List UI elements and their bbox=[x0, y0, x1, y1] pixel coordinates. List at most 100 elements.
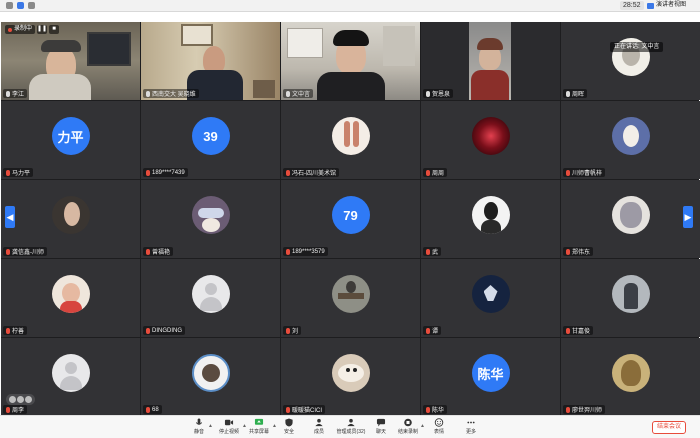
members-button[interactable]: 成员 bbox=[304, 418, 334, 437]
fullscreen-icon[interactable] bbox=[25, 396, 32, 403]
avatar bbox=[471, 275, 510, 313]
mic-muted-icon bbox=[146, 327, 150, 334]
mic-icon bbox=[146, 90, 150, 97]
video-tile[interactable]: 柠善 bbox=[1, 259, 140, 337]
stop-video-button[interactable]: 停止视频 bbox=[214, 418, 244, 437]
participant-nametag: 周周 bbox=[423, 168, 448, 177]
shield-icon[interactable] bbox=[17, 2, 24, 9]
mic-muted-icon bbox=[426, 248, 430, 255]
mic-muted-icon bbox=[566, 327, 570, 334]
video-tile[interactable]: 录制中 ❚❚ ■ 李江 bbox=[1, 22, 140, 100]
video-tile[interactable]: 周晖 bbox=[561, 22, 700, 100]
pause-recording-button[interactable]: ❚❚ bbox=[37, 25, 47, 34]
participant-nametag: 龚信鑫-川师 bbox=[3, 247, 47, 256]
presenter-view-label: 演讲者视图 bbox=[656, 2, 687, 8]
shield-icon bbox=[285, 418, 293, 427]
emoji-button[interactable]: 表情 bbox=[424, 418, 454, 437]
participant-nametag: 189****3579 bbox=[283, 247, 328, 256]
mic-muted-icon bbox=[426, 327, 430, 334]
chevron-right-icon: ▶ bbox=[684, 212, 692, 222]
window-icons bbox=[6, 2, 35, 9]
recording-status[interactable]: 录制中 bbox=[5, 25, 36, 34]
manage-members-button[interactable]: 管理成员(32) bbox=[334, 418, 368, 437]
signal-icon[interactable] bbox=[28, 2, 35, 9]
mic-muted-icon bbox=[6, 169, 10, 176]
participant-nametag: 郑伟东 bbox=[563, 247, 594, 256]
video-tile[interactable]: 暖暖猫CICI bbox=[281, 338, 420, 416]
avatar bbox=[191, 354, 230, 392]
speaker-view-icon[interactable] bbox=[17, 396, 24, 403]
end-meeting-button[interactable]: 结束会议 bbox=[652, 421, 686, 434]
top-status-bar: 28:52 演讲者视图 bbox=[0, 0, 700, 12]
mic-muted-icon bbox=[286, 327, 290, 334]
next-page-button[interactable]: ▶ bbox=[683, 206, 693, 228]
video-tile-active-speaker[interactable]: 文中言 bbox=[281, 22, 420, 100]
avatar bbox=[611, 354, 650, 392]
video-tile[interactable]: 68 bbox=[141, 338, 280, 416]
more-button[interactable]: 更多 bbox=[456, 418, 486, 437]
participant-nametag: 川师曹帆梓 bbox=[563, 168, 606, 177]
participant-nametag: 马力平 bbox=[3, 168, 34, 177]
chat-button[interactable]: 聊天 bbox=[366, 418, 396, 437]
mic-muted-icon bbox=[566, 169, 570, 176]
avatar bbox=[51, 275, 90, 313]
meeting-timer: 28:52 bbox=[620, 1, 644, 10]
participant-nametag: 甘嘉俊 bbox=[563, 326, 594, 335]
video-tile[interactable]: 79 189****3579 bbox=[281, 180, 420, 258]
recording-controls: 录制中 ❚❚ ■ bbox=[5, 25, 60, 34]
mic-icon bbox=[566, 90, 570, 97]
participant-nametag: 谭 bbox=[423, 326, 442, 335]
gallery-view-controls[interactable] bbox=[6, 394, 35, 405]
avatar bbox=[471, 196, 510, 234]
participant-nametag: 西南交大 吴晓维 bbox=[143, 89, 199, 98]
stop-recording-toolbar-button[interactable]: 结束录制 bbox=[393, 418, 423, 437]
video-tile[interactable]: 甘嘉俊 bbox=[561, 259, 700, 337]
video-tile[interactable]: 西南交大 吴晓维 bbox=[141, 22, 280, 100]
avatar bbox=[611, 196, 650, 234]
avatar: 39 bbox=[191, 117, 230, 155]
video-tile[interactable]: 陈华 陈华 bbox=[421, 338, 560, 416]
mic-icon bbox=[286, 90, 290, 97]
mic-muted-icon bbox=[426, 406, 430, 413]
video-tile[interactable]: 39 189****7439 bbox=[141, 101, 280, 179]
chevron-up-icon[interactable]: ▲ bbox=[208, 423, 213, 429]
participant-nametag: 刘 bbox=[283, 326, 302, 335]
grid-view-icon[interactable] bbox=[9, 396, 16, 403]
video-tile[interactable]: 谭 bbox=[421, 259, 560, 337]
video-tile[interactable]: 力平 马力平 bbox=[1, 101, 140, 179]
avatar bbox=[331, 117, 370, 155]
info-icon[interactable] bbox=[6, 2, 13, 9]
mic-muted-icon bbox=[146, 169, 150, 176]
share-screen-icon bbox=[254, 418, 264, 425]
security-button[interactable]: 安全 bbox=[274, 418, 304, 437]
members-icon bbox=[315, 418, 323, 427]
camera-icon bbox=[224, 419, 234, 426]
participant-nametag: 武 bbox=[423, 247, 442, 256]
video-tile[interactable]: 武 bbox=[421, 180, 560, 258]
video-tile[interactable]: 刘 bbox=[281, 259, 420, 337]
mic-muted-icon bbox=[286, 248, 290, 255]
pause-icon: ❚❚ bbox=[37, 26, 48, 32]
avatar bbox=[611, 275, 650, 313]
video-tile[interactable]: 贺恩泉 bbox=[421, 22, 560, 100]
video-tile[interactable]: 周周 bbox=[421, 101, 560, 179]
share-screen-button[interactable]: 共享屏幕 bbox=[244, 418, 274, 437]
video-tile[interactable]: 曾福艳 bbox=[141, 180, 280, 258]
avatar bbox=[611, 117, 650, 155]
video-tile[interactable]: 冯石-四川美术馆 bbox=[281, 101, 420, 179]
video-tile[interactable]: DINGDING bbox=[141, 259, 280, 337]
video-tile[interactable]: 龚信鑫-川师 bbox=[1, 180, 140, 258]
avatar: 79 bbox=[331, 196, 370, 234]
video-tile[interactable]: 川师曹帆梓 bbox=[561, 101, 700, 179]
stop-recording-button[interactable]: ■ bbox=[49, 25, 60, 34]
avatar: 力平 bbox=[51, 117, 90, 155]
prev-page-button[interactable]: ◀ bbox=[5, 206, 15, 228]
video-tile[interactable]: 廖世羿川师 bbox=[561, 338, 700, 416]
video-tile[interactable]: 郑伟东 bbox=[561, 180, 700, 258]
chat-icon bbox=[376, 418, 386, 427]
mic-muted-icon bbox=[6, 406, 10, 413]
presenter-view-button[interactable]: 演讲者视图 bbox=[647, 1, 686, 10]
mic-icon bbox=[6, 90, 10, 97]
participant-nametag: DINGDING bbox=[143, 326, 185, 335]
participant-nametag: 暖暖猫CICI bbox=[283, 405, 326, 414]
